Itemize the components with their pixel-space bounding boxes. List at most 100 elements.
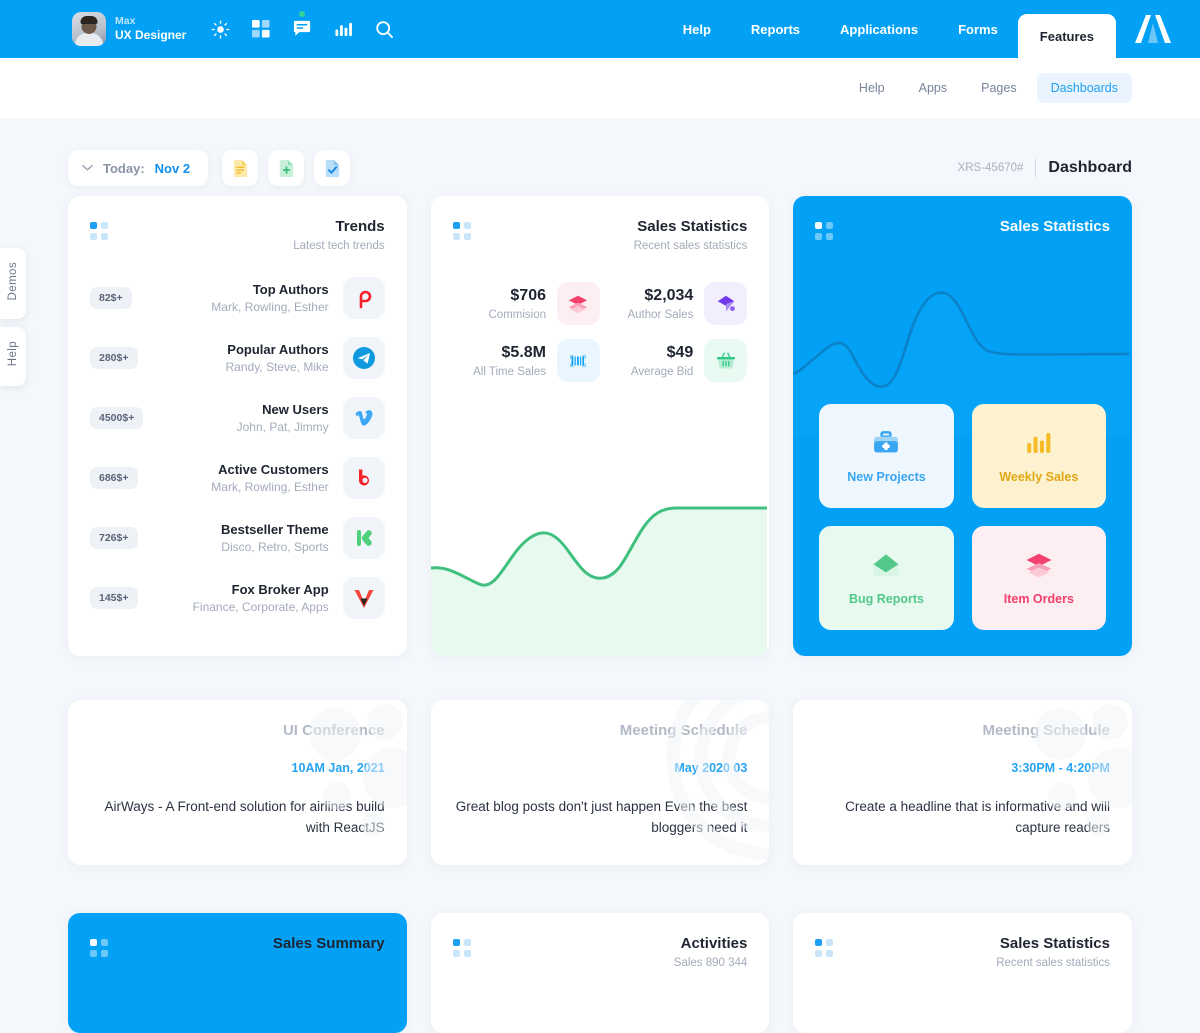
tile-weekly-sales[interactable]: Weekly Sales <box>972 404 1106 508</box>
brand-logo-icon[interactable] <box>1130 0 1176 58</box>
trend-sub: Disco, Retro, Sports <box>221 540 329 554</box>
stat-average-bid[interactable]: $49 Average Bid <box>600 339 747 382</box>
sidetab-help[interactable]: Help <box>0 327 26 385</box>
trend-name: New Users <box>237 402 329 417</box>
trends-list: 82$+ Top Authors Mark, Rowling, Esther 2… <box>68 252 407 644</box>
document-lines-button[interactable] <box>222 150 258 186</box>
tile-label: Bug Reports <box>849 592 924 606</box>
sales-statistics-title: Sales Statistics <box>634 218 748 235</box>
trend-pill: 686$+ <box>90 467 138 489</box>
sub-navigation: Help Apps Pages Dashboards <box>0 58 1200 118</box>
sales-statistics-header: Sales Statistics Recent sales statistics <box>431 196 770 252</box>
content-card-ui-conference: UI Conference 10AM Jan, 2021 AirWays - A… <box>68 700 407 865</box>
subnav-item-dashboards[interactable]: Dashboards <box>1037 73 1132 103</box>
trend-name: Active Customers <box>211 462 328 477</box>
content-card-title: UI Conference <box>90 722 385 739</box>
page-title: Dashboard <box>1048 159 1132 177</box>
nav-item-applications[interactable]: Applications <box>820 0 938 58</box>
trends-card-header: Trends Latest tech trends <box>68 196 407 252</box>
dashboard-grid: Trends Latest tech trends 82$+ Top Autho… <box>0 196 1200 1033</box>
sales-summary-card: Sales Summary <box>68 913 407 1033</box>
nav-item-features[interactable]: Features <box>1018 14 1116 58</box>
user-info: Max UX Designer <box>115 15 186 43</box>
top-header: Max UX Designer <box>0 0 1200 58</box>
side-tabs: Demos Help <box>0 248 26 386</box>
dots-grid-icon <box>815 222 833 240</box>
subnav-item-pages[interactable]: Pages <box>967 73 1030 103</box>
stat-value: $49 <box>631 344 693 362</box>
content-card-title: Meeting Schedule <box>815 722 1110 739</box>
stat-tiles: $706 Commision $2,034 Author Sales <box>431 252 770 382</box>
date-picker[interactable]: Today: Nov 2 <box>68 150 208 186</box>
search-icon[interactable] <box>374 19 394 39</box>
trend-name: Bestseller Theme <box>221 522 329 537</box>
list-item[interactable]: 4500$+ New Users John, Pat, Jimmy <box>68 388 407 448</box>
content-card-meeting-schedule-2: Meeting Schedule 3:30PM - 4:20PM Create … <box>793 700 1132 865</box>
list-item[interactable]: 686$+ Active Customers Mark, Rowling, Es… <box>68 448 407 508</box>
trend-sub: John, Pat, Jimmy <box>237 420 329 434</box>
content-card-time: May 2020 03 <box>453 761 748 775</box>
dots-grid-icon <box>453 939 471 957</box>
trend-pill: 4500$+ <box>90 407 143 429</box>
sales-statistics-bottom-title: Sales Statistics <box>996 935 1110 952</box>
trend-pill: 726$+ <box>90 527 138 549</box>
sun-icon[interactable] <box>210 19 230 39</box>
subnav-item-apps[interactable]: Apps <box>905 73 962 103</box>
blue-card-title: Sales Statistics <box>1000 218 1110 235</box>
layers-icon <box>557 282 600 325</box>
content-card-body: Great blog posts don't just happen Even … <box>453 797 748 839</box>
tile-bug-reports[interactable]: Bug Reports <box>819 526 953 630</box>
trend-pill: 82$+ <box>90 287 132 309</box>
bar-chart-icon[interactable] <box>333 19 353 39</box>
content-card-title: Meeting Schedule <box>453 722 748 739</box>
tile-label: New Projects <box>847 470 926 484</box>
chat-icon[interactable] <box>292 19 312 39</box>
document-add-button[interactable] <box>268 150 304 186</box>
trend-sub: Mark, Rowling, Esther <box>211 300 328 314</box>
grid-icon[interactable] <box>251 19 271 39</box>
trends-card: Trends Latest tech trends 82$+ Top Autho… <box>68 196 407 656</box>
trends-title: Trends <box>293 218 384 235</box>
tile-label: Weekly Sales <box>999 470 1078 484</box>
trend-sub: Randy, Steve, Mike <box>226 360 329 374</box>
document-lines-icon <box>231 159 250 178</box>
avatar[interactable] <box>72 12 106 46</box>
breadcrumb-id: XRS-45670# <box>958 162 1024 174</box>
dots-grid-icon <box>90 939 108 957</box>
stat-author-sales[interactable]: $2,034 Author Sales <box>600 282 747 325</box>
date-label: Today: <box>103 161 145 176</box>
stat-commision[interactable]: $706 Commision <box>453 282 600 325</box>
fox-icon <box>343 577 385 619</box>
bars-icon <box>1024 428 1054 458</box>
trend-pill: 145$+ <box>90 587 138 609</box>
quick-action-tiles: New Projects Weekly Sales Bug Reports <box>793 404 1132 656</box>
nav-item-forms[interactable]: Forms <box>938 0 1018 58</box>
document-check-button[interactable] <box>314 150 350 186</box>
tile-item-orders[interactable]: Item Orders <box>972 526 1106 630</box>
list-item[interactable]: 280$+ Popular Authors Randy, Steve, Mike <box>68 328 407 388</box>
content-card-meeting-schedule-1: Meeting Schedule May 2020 03 Great blog … <box>431 700 770 865</box>
stat-all-time-sales[interactable]: $5.8M All Time Sales <box>453 339 600 382</box>
content-card-time: 3:30PM - 4:20PM <box>815 761 1110 775</box>
envelope-icon <box>871 550 901 580</box>
subnav-item-help[interactable]: Help <box>845 73 899 103</box>
sales-statistics-blue-card: Sales Statistics New Projects <box>793 196 1132 656</box>
dots-grid-icon <box>453 222 471 240</box>
list-item[interactable]: 82$+ Top Authors Mark, Rowling, Esther <box>68 268 407 328</box>
stat-label: Author Sales <box>627 309 693 321</box>
trend-name: Popular Authors <box>226 342 329 357</box>
sales-statistics-subtitle: Recent sales statistics <box>634 240 748 252</box>
nav-item-reports[interactable]: Reports <box>731 0 820 58</box>
tile-new-projects[interactable]: New Projects <box>819 404 953 508</box>
list-item[interactable]: 145$+ Fox Broker App Finance, Corporate,… <box>68 568 407 628</box>
stat-value: $2,034 <box>627 287 693 305</box>
content-card-time: 10AM Jan, 2021 <box>90 761 385 775</box>
tile-label: Item Orders <box>1004 592 1074 606</box>
nav-item-help[interactable]: Help <box>663 0 731 58</box>
main-navigation: Help Reports Applications Forms Features <box>663 0 1116 58</box>
telegram-icon <box>343 337 385 379</box>
list-item[interactable]: 726$+ Bestseller Theme Disco, Retro, Spo… <box>68 508 407 568</box>
stat-label: All Time Sales <box>473 366 546 378</box>
toolbar-buttons <box>222 150 350 186</box>
sidetab-demos[interactable]: Demos <box>0 248 26 319</box>
